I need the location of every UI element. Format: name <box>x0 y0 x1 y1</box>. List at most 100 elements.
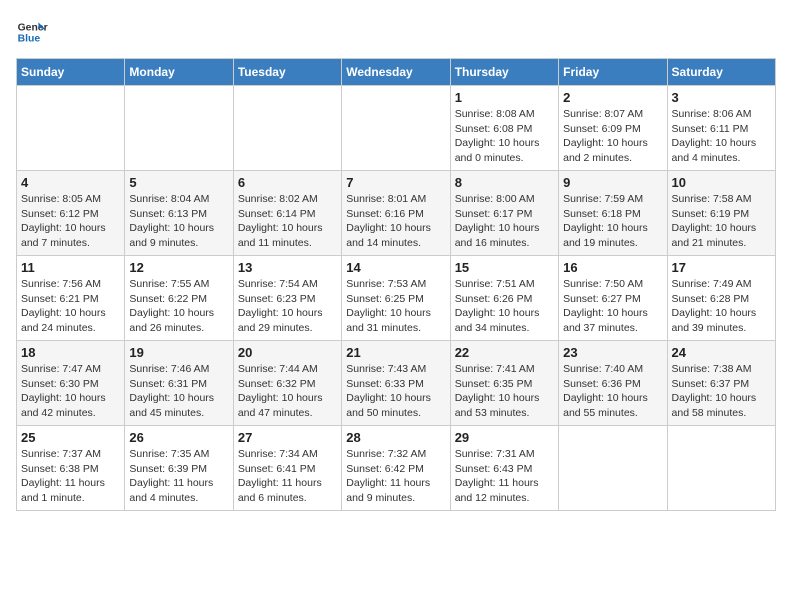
daylight-text: Daylight: 10 hours and 11 minutes. <box>238 221 337 250</box>
daylight-text: Daylight: 10 hours and 24 minutes. <box>21 306 120 335</box>
calendar-cell: 18 Sunrise: 7:47 AMSunset: 6:30 PMDayligh… <box>17 341 125 426</box>
calendar-cell: 3Sunrise: 8:06 AMSunset: 6:11 PMDaylight… <box>667 86 775 171</box>
sunset-text: Sunset: 6:33 PM <box>346 377 445 392</box>
sunrise-text: Sunrise: 7:31 AM <box>455 447 554 462</box>
day-info: Sunrise: 8:05 AMSunset: 6:12 PMDaylight:… <box>21 192 120 251</box>
calendar-cell: 21 Sunrise: 7:43 AMSunset: 6:33 PMDayligh… <box>342 341 450 426</box>
logo: General Blue <box>16 16 48 48</box>
day-info: Sunrise: 7:38 AMSunset: 6:37 PMDaylight:… <box>672 362 771 421</box>
day-info: Sunrise: 8:06 AMSunset: 6:11 PMDaylight:… <box>672 107 771 166</box>
day-number: 24 <box>672 345 771 360</box>
day-info: Sunrise: 7:47 AMSunset: 6:30 PMDaylight:… <box>21 362 120 421</box>
day-number: 4 <box>21 175 120 190</box>
day-info: Sunrise: 7:34 AMSunset: 6:41 PMDaylight:… <box>238 447 337 506</box>
calendar-cell: 23Sunrise: 7:40 AMSunset: 6:36 PMDayligh… <box>559 341 667 426</box>
sunrise-text: Sunrise: 7:55 AM <box>129 277 228 292</box>
calendar-cell: 16Sunrise: 7:50 AMSunset: 6:27 PMDayligh… <box>559 256 667 341</box>
day-number: 19 <box>129 345 228 360</box>
sunset-text: Sunset: 6:26 PM <box>455 292 554 307</box>
calendar-cell <box>125 86 233 171</box>
sunrise-text: Sunrise: 7:46 AM <box>129 362 228 377</box>
calendar-cell: 2Sunrise: 8:07 AMSunset: 6:09 PMDaylight… <box>559 86 667 171</box>
day-info: Sunrise: 7:43 AMSunset: 6:33 PMDaylight:… <box>346 362 445 421</box>
sunset-text: Sunset: 6:30 PM <box>21 377 120 392</box>
calendar-cell <box>559 426 667 511</box>
day-info: Sunrise: 7:37 AMSunset: 6:38 PMDaylight:… <box>21 447 120 506</box>
calendar-cell: 13 Sunrise: 7:54 AMSunset: 6:23 PMDayligh… <box>233 256 341 341</box>
sunrise-text: Sunrise: 7:37 AM <box>21 447 120 462</box>
calendar-cell: 8Sunrise: 8:00 AMSunset: 6:17 PMDaylight… <box>450 171 558 256</box>
calendar-week-row: 4 Sunrise: 8:05 AMSunset: 6:12 PMDaylight… <box>17 171 776 256</box>
day-number: 21 <box>346 345 445 360</box>
daylight-text: Daylight: 10 hours and 21 minutes. <box>672 221 771 250</box>
day-number: 20 <box>238 345 337 360</box>
sunrise-text: Sunrise: 7:49 AM <box>672 277 771 292</box>
sunrise-text: Sunrise: 7:53 AM <box>346 277 445 292</box>
daylight-text: Daylight: 10 hours and 14 minutes. <box>346 221 445 250</box>
sunset-text: Sunset: 6:22 PM <box>129 292 228 307</box>
day-info: Sunrise: 8:01 AMSunset: 6:16 PMDaylight:… <box>346 192 445 251</box>
day-number: 11 <box>21 260 120 275</box>
sunrise-text: Sunrise: 7:35 AM <box>129 447 228 462</box>
day-number: 18 <box>21 345 120 360</box>
day-number: 29 <box>455 430 554 445</box>
calendar-day-header: Saturday <box>667 59 775 86</box>
calendar-cell <box>342 86 450 171</box>
day-number: 10 <box>672 175 771 190</box>
day-number: 22 <box>455 345 554 360</box>
sunset-text: Sunset: 6:09 PM <box>563 122 662 137</box>
sunrise-text: Sunrise: 8:01 AM <box>346 192 445 207</box>
sunset-text: Sunset: 6:12 PM <box>21 207 120 222</box>
calendar-cell: 27Sunrise: 7:34 AMSunset: 6:41 PMDayligh… <box>233 426 341 511</box>
daylight-text: Daylight: 10 hours and 39 minutes. <box>672 306 771 335</box>
day-info: Sunrise: 7:58 AMSunset: 6:19 PMDaylight:… <box>672 192 771 251</box>
day-number: 14 <box>346 260 445 275</box>
calendar-cell: 22 Sunrise: 7:41 AMSunset: 6:35 PMDayligh… <box>450 341 558 426</box>
sunset-text: Sunset: 6:42 PM <box>346 462 445 477</box>
calendar-week-row: 11 Sunrise: 7:56 AMSunset: 6:21 PMDayligh… <box>17 256 776 341</box>
calendar-week-row: 25Sunrise: 7:37 AMSunset: 6:38 PMDayligh… <box>17 426 776 511</box>
day-info: Sunrise: 7:56 AMSunset: 6:21 PMDaylight:… <box>21 277 120 336</box>
sunrise-text: Sunrise: 8:04 AM <box>129 192 228 207</box>
day-info: Sunrise: 8:04 AMSunset: 6:13 PMDaylight:… <box>129 192 228 251</box>
calendar-cell: 28 Sunrise: 7:32 AMSunset: 6:42 PMDayligh… <box>342 426 450 511</box>
daylight-text: Daylight: 10 hours and 37 minutes. <box>563 306 662 335</box>
day-info: Sunrise: 7:32 AMSunset: 6:42 PMDaylight:… <box>346 447 445 506</box>
calendar-cell: 24 Sunrise: 7:38 AMSunset: 6:37 PMDayligh… <box>667 341 775 426</box>
sunset-text: Sunset: 6:08 PM <box>455 122 554 137</box>
day-info: Sunrise: 7:49 AMSunset: 6:28 PMDaylight:… <box>672 277 771 336</box>
daylight-text: Daylight: 10 hours and 9 minutes. <box>129 221 228 250</box>
sunset-text: Sunset: 6:21 PM <box>21 292 120 307</box>
sunrise-text: Sunrise: 7:50 AM <box>563 277 662 292</box>
day-number: 28 <box>346 430 445 445</box>
sunset-text: Sunset: 6:25 PM <box>346 292 445 307</box>
day-info: Sunrise: 7:59 AMSunset: 6:18 PMDaylight:… <box>563 192 662 251</box>
calendar-cell <box>17 86 125 171</box>
sunset-text: Sunset: 6:37 PM <box>672 377 771 392</box>
calendar-day-header: Thursday <box>450 59 558 86</box>
daylight-text: Daylight: 10 hours and 55 minutes. <box>563 391 662 420</box>
sunrise-text: Sunrise: 8:02 AM <box>238 192 337 207</box>
sunset-text: Sunset: 6:35 PM <box>455 377 554 392</box>
sunset-text: Sunset: 6:41 PM <box>238 462 337 477</box>
day-info: Sunrise: 7:54 AMSunset: 6:23 PMDaylight:… <box>238 277 337 336</box>
daylight-text: Daylight: 10 hours and 19 minutes. <box>563 221 662 250</box>
calendar-cell: 19Sunrise: 7:46 AMSunset: 6:31 PMDayligh… <box>125 341 233 426</box>
sunset-text: Sunset: 6:43 PM <box>455 462 554 477</box>
daylight-text: Daylight: 10 hours and 31 minutes. <box>346 306 445 335</box>
sunrise-text: Sunrise: 7:38 AM <box>672 362 771 377</box>
svg-text:Blue: Blue <box>18 34 41 45</box>
daylight-text: Daylight: 11 hours and 6 minutes. <box>238 476 337 505</box>
day-number: 12 <box>129 260 228 275</box>
day-info: Sunrise: 7:41 AMSunset: 6:35 PMDaylight:… <box>455 362 554 421</box>
daylight-text: Daylight: 11 hours and 1 minute. <box>21 476 120 505</box>
daylight-text: Daylight: 10 hours and 53 minutes. <box>455 391 554 420</box>
calendar-day-header: Friday <box>559 59 667 86</box>
logo-icon: General Blue <box>16 16 48 48</box>
calendar-cell <box>667 426 775 511</box>
daylight-text: Daylight: 11 hours and 9 minutes. <box>346 476 445 505</box>
day-number: 13 <box>238 260 337 275</box>
calendar-cell: 10 Sunrise: 7:58 AMSunset: 6:19 PMDayligh… <box>667 171 775 256</box>
sunrise-text: Sunrise: 7:44 AM <box>238 362 337 377</box>
calendar-day-header: Wednesday <box>342 59 450 86</box>
